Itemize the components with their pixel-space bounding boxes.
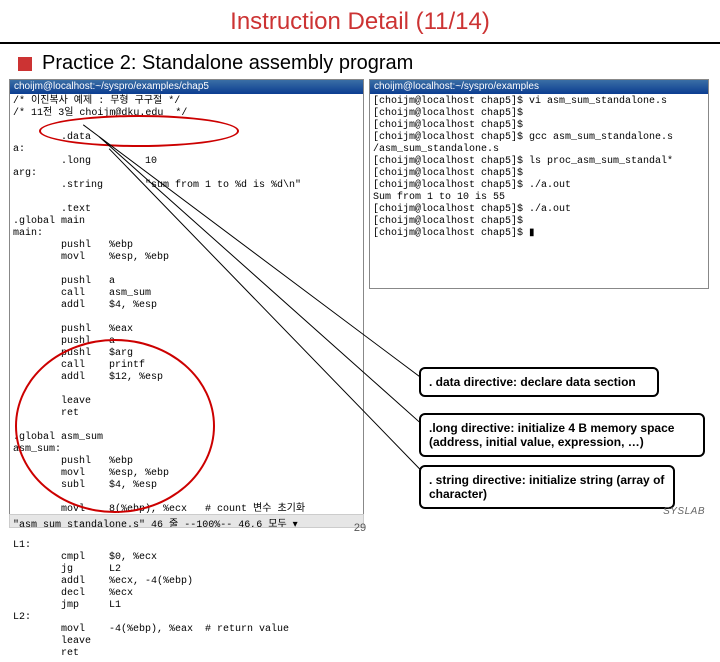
highlight-ring-data xyxy=(39,115,239,147)
title-rule xyxy=(0,42,720,44)
page-number: 29 xyxy=(354,522,366,534)
bullet-icon xyxy=(18,57,32,71)
highlight-ring-text xyxy=(15,339,215,513)
terminal-right-title: choijm@localhost:~/syspro/examples xyxy=(370,80,708,94)
bullet-text: Practice 2: Standalone assembly program xyxy=(42,52,413,75)
callout-long-directive: .long directive: initialize 4 B memory s… xyxy=(419,413,705,457)
lab-logo: SYSLAB xyxy=(663,506,705,517)
bullet-row: Practice 2: Standalone assembly program xyxy=(0,52,720,75)
screenshot-area: choijm@localhost:~/syspro/examples/chap5… xyxy=(8,78,712,528)
callout-string-text: . string directive: initialize string (a… xyxy=(429,473,664,501)
shell-output: [choijm@localhost chap5]$ vi asm_sum_sta… xyxy=(370,94,708,242)
editor-statusbar: "asm_sum_standalone.s" 46 줄 --100%-- 46,… xyxy=(9,514,364,528)
terminal-left-title: choijm@localhost:~/syspro/examples/chap5 xyxy=(10,80,363,94)
callout-data-directive: . data directive: declare data section xyxy=(419,367,659,397)
callout-long-text: .long directive: initialize 4 B memory s… xyxy=(429,421,674,449)
terminal-right: choijm@localhost:~/syspro/examples [choi… xyxy=(369,79,709,289)
callout-data-text: . data directive: declare data section xyxy=(429,375,636,389)
callout-string-directive: . string directive: initialize string (a… xyxy=(419,465,675,509)
slide-title: Instruction Detail (11/14) xyxy=(0,0,720,40)
